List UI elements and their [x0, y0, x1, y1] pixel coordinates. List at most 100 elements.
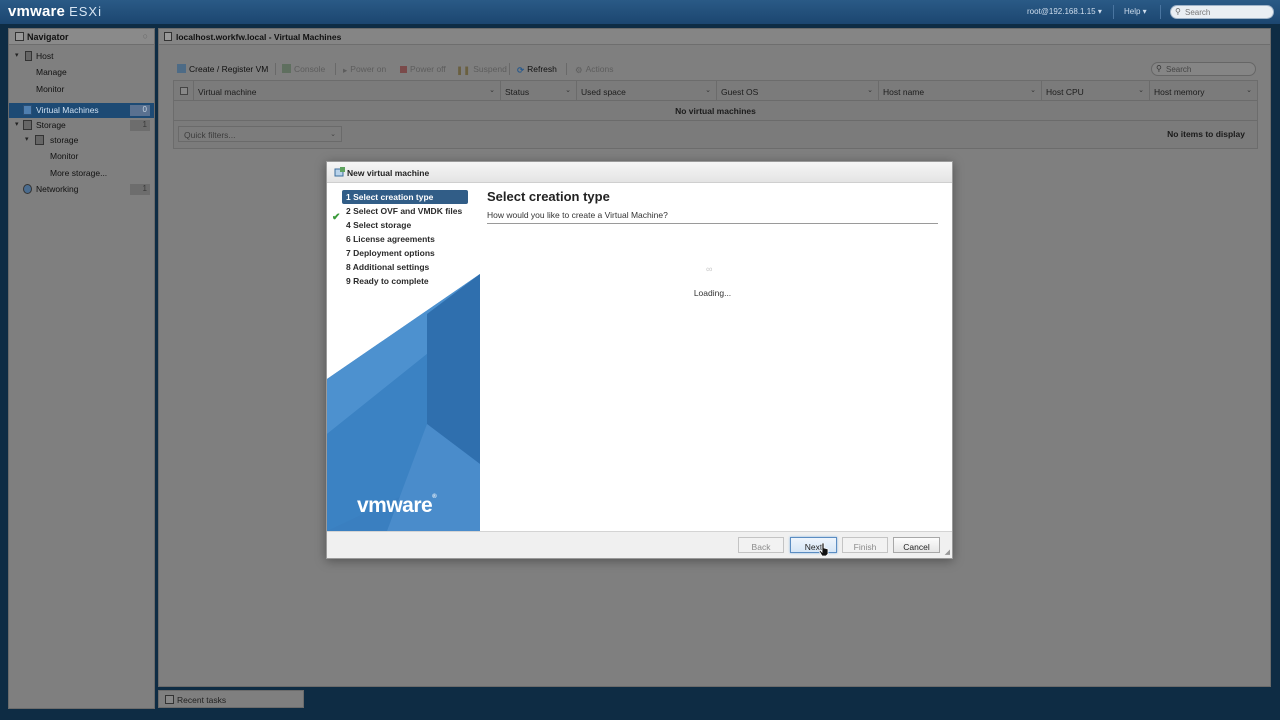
column-header-host-name[interactable]: Host name ⌄: [879, 81, 1042, 101]
nav-item-label: storage: [50, 135, 79, 145]
nav-item-datastore[interactable]: ▾ storage: [9, 133, 154, 148]
power-on-button[interactable]: ▸ Power on: [343, 64, 386, 75]
collapse-icon[interactable]: ▾: [15, 120, 19, 128]
nav-item-label: Host: [36, 51, 54, 61]
power-off-button[interactable]: Power off: [400, 64, 446, 74]
nav-item-more-storage[interactable]: More storage...: [9, 166, 154, 181]
nav-item-label: Manage: [36, 67, 67, 77]
column-header-used-space[interactable]: Used space ⌄: [577, 81, 717, 101]
loading-text: Loading...: [693, 288, 732, 298]
chevron-down-icon: ⌄: [330, 131, 336, 138]
dialog-title: New virtual machine: [347, 168, 430, 178]
product-name: ESXi: [69, 4, 102, 19]
panel-header: localhost.workfw.local - Virtual Machine…: [159, 29, 1270, 45]
dialog-title-bar[interactable]: New virtual machine: [327, 162, 952, 183]
user-menu[interactable]: root@192.168.1.15 ▾: [1027, 7, 1102, 16]
cancel-button[interactable]: Cancel: [893, 537, 940, 553]
help-menu[interactable]: Help ▾: [1124, 7, 1147, 16]
actions-button[interactable]: ⚙ Actions: [575, 64, 614, 75]
column-label: Host name: [883, 87, 925, 97]
finish-button[interactable]: Finish: [842, 537, 888, 553]
gear-icon: ⚙: [575, 65, 583, 75]
wizard-step-1[interactable]: 1 Select creation type: [342, 190, 468, 204]
topbar-divider: [1160, 5, 1161, 19]
column-header-guest-os[interactable]: Guest OS ⌄: [717, 81, 879, 101]
wizard-step-9[interactable]: 9 Ready to complete: [342, 274, 468, 288]
suspend-button[interactable]: ❚❚ Suspend: [456, 64, 507, 75]
virtual-machines-icon: [23, 105, 32, 115]
step-question: How would you like to create a Virtual M…: [487, 210, 668, 220]
wizard-step-8[interactable]: 8 Additional settings: [342, 260, 468, 274]
create-register-vm-button[interactable]: Create / Register VM: [177, 64, 268, 74]
wizard-step-2[interactable]: 2 Select OVF and VMDK files: [342, 204, 468, 218]
navigator-panel: Navigator ○ ▾ Host Manage Monitor Virtua…: [8, 28, 155, 709]
chevron-down-icon[interactable]: ⌄: [1246, 86, 1252, 94]
new-vm-icon: [334, 167, 345, 177]
quick-filters-select[interactable]: Quick filters... ⌄: [178, 126, 342, 142]
recent-tasks-tab[interactable]: Recent tasks: [158, 690, 304, 708]
collapse-icon[interactable]: ▾: [15, 51, 19, 59]
nav-item-storage[interactable]: ▾ Storage 1: [9, 118, 154, 133]
nav-item-host-monitor[interactable]: Monitor: [9, 82, 154, 97]
play-icon: ▸: [343, 65, 348, 75]
nav-item-label: Storage: [36, 120, 66, 130]
navigator-header: Navigator ○: [9, 29, 154, 45]
actions-label: Actions: [585, 64, 614, 74]
column-label: Used space: [581, 87, 626, 97]
global-search-placeholder: Search: [1185, 8, 1211, 17]
resize-grip-icon[interactable]: ◢: [945, 548, 950, 556]
create-vm-icon: [177, 64, 186, 73]
wizard-step-4[interactable]: 4 Select storage: [342, 218, 468, 232]
toolbar-divider: [275, 63, 276, 75]
console-button[interactable]: Console: [282, 64, 325, 74]
search-icon: ⚲: [1156, 64, 1162, 73]
chevron-down-icon[interactable]: ⌄: [1138, 86, 1144, 94]
toolbar-divider: [335, 63, 336, 75]
select-all-cell: [174, 81, 194, 101]
select-all-checkbox[interactable]: [180, 87, 188, 95]
chevron-down-icon[interactable]: ⌄: [705, 86, 711, 94]
networking-count-badge: 1: [130, 184, 150, 195]
networking-icon: [23, 184, 32, 194]
nav-item-datastore-monitor[interactable]: Monitor: [9, 149, 154, 164]
recent-tasks-label: Recent tasks: [177, 695, 227, 705]
nav-item-host-manage[interactable]: Manage: [9, 65, 154, 80]
stop-icon: [400, 66, 407, 73]
refresh-label: Refresh: [527, 64, 557, 74]
wizard-step-6[interactable]: 6 License agreements: [342, 232, 468, 246]
column-header-host-memory[interactable]: Host memory ⌄: [1150, 81, 1257, 101]
new-vm-dialog: New virtual machine ✔ 1 Select creation …: [326, 161, 953, 559]
chevron-down-icon[interactable]: ⌄: [489, 86, 495, 94]
empty-table-message: No virtual machines: [675, 106, 756, 116]
chevron-down-icon[interactable]: ⌄: [867, 86, 873, 94]
pin-icon[interactable]: ○: [143, 31, 148, 41]
nav-item-virtual-machines[interactable]: Virtual Machines 0: [9, 103, 154, 118]
global-search-input[interactable]: ⚲ Search: [1170, 5, 1274, 19]
nav-item-label: Monitor: [50, 151, 79, 161]
next-button[interactable]: Next: [790, 537, 837, 553]
column-header-virtual-machine[interactable]: Virtual machine ⌄: [194, 81, 501, 101]
checkmark-icon: ✔: [332, 212, 341, 223]
column-header-host-cpu[interactable]: Host CPU ⌄: [1042, 81, 1150, 101]
top-bar: vmware ESXi root@192.168.1.15 ▾ Help ▾ ⚲ …: [0, 0, 1280, 24]
chevron-down-icon[interactable]: ⌄: [1030, 86, 1036, 94]
column-label: Virtual machine: [198, 87, 257, 97]
collapse-icon[interactable]: ▾: [25, 135, 29, 143]
refresh-icon: ⟳: [517, 65, 525, 75]
vm-search-input[interactable]: ⚲ Search: [1151, 62, 1256, 76]
back-button[interactable]: Back: [738, 537, 784, 553]
toolbar-divider: [509, 63, 510, 75]
vmware-esxi-logo: vmware ESXi: [8, 3, 102, 20]
step-heading: Select creation type: [487, 189, 610, 204]
chevron-down-icon[interactable]: ⌄: [565, 86, 571, 94]
refresh-button[interactable]: ⟳ Refresh: [517, 64, 557, 75]
topbar-divider: [1113, 5, 1114, 19]
wizard-step-7[interactable]: 7 Deployment options: [342, 246, 468, 260]
storage-count-badge: 1: [130, 120, 150, 131]
nav-item-host[interactable]: ▾ Host: [9, 49, 154, 64]
column-label: Host CPU: [1046, 87, 1084, 97]
nav-item-label: Networking: [36, 184, 79, 194]
host-icon: [164, 32, 172, 41]
column-header-status[interactable]: Status ⌄: [501, 81, 577, 101]
nav-item-networking[interactable]: Networking 1: [9, 182, 154, 197]
